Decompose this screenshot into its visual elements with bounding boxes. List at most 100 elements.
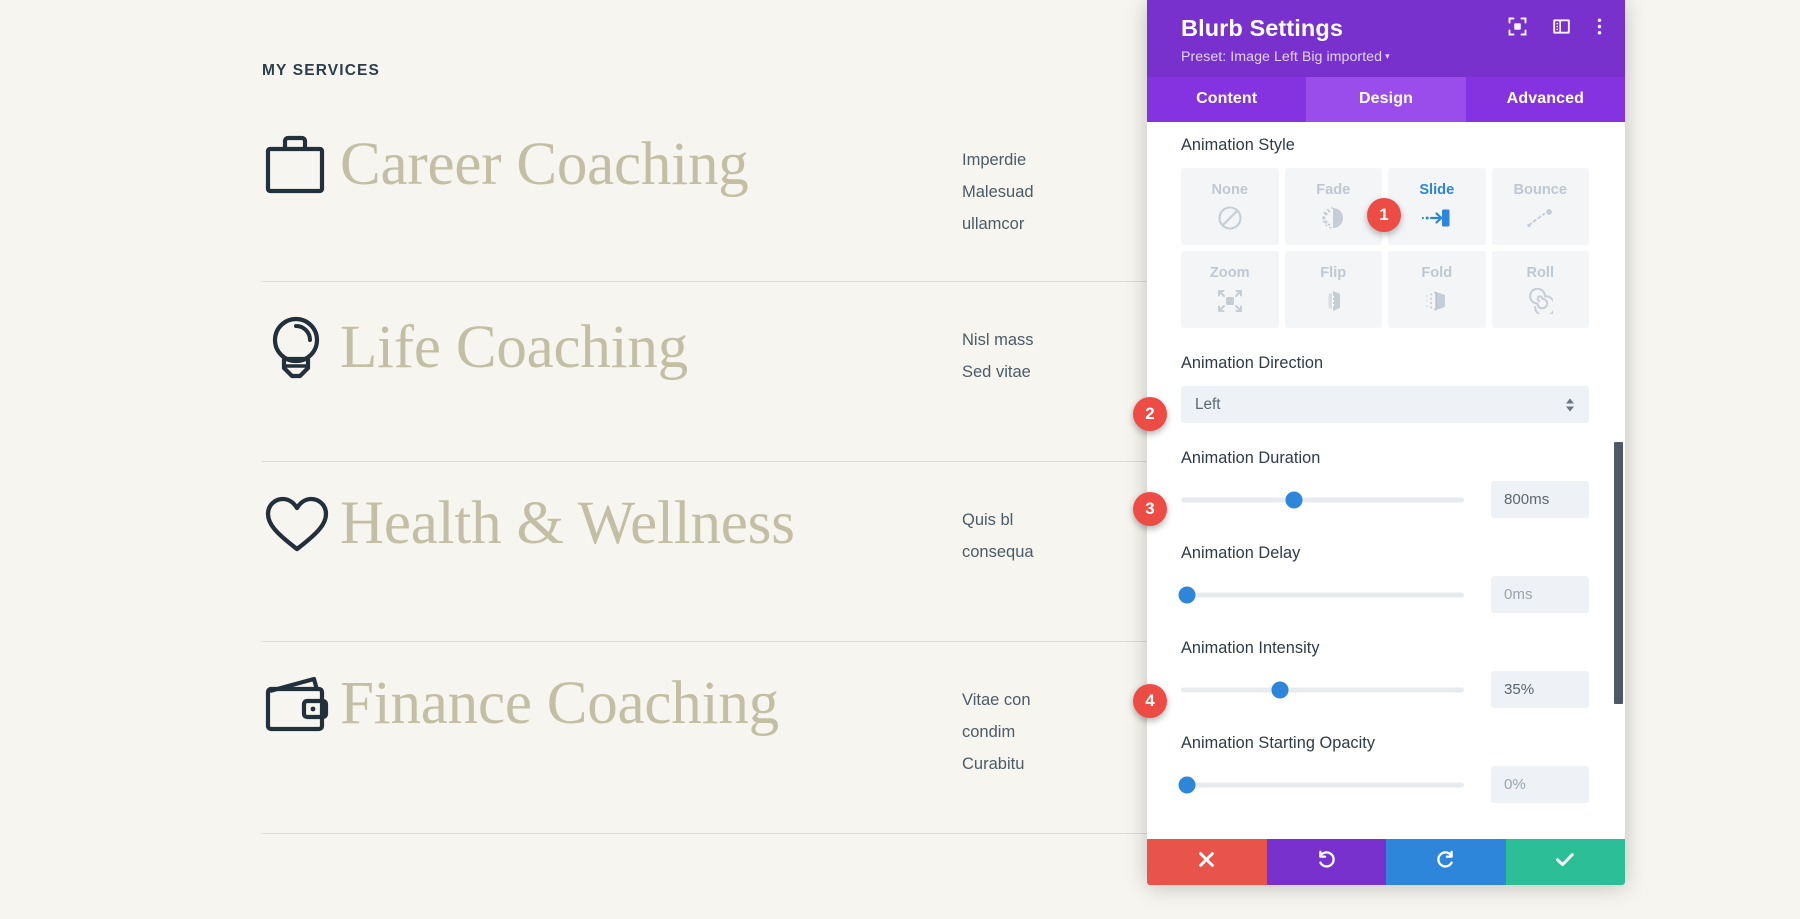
redo-icon (1436, 850, 1455, 874)
field-animation-style: Animation Style None Fade Slide Bounce Z… (1181, 136, 1589, 329)
section-eyebrow: MY SERVICES (262, 62, 381, 79)
roll-spiral-icon (1527, 288, 1554, 315)
animation-intensity-value[interactable]: 35% (1491, 671, 1589, 709)
service-title: Career Coaching (340, 130, 749, 198)
blurb-settings-modal: Blurb Settings Preset: Image Left Big im… (1147, 0, 1625, 885)
cancel-button[interactable] (1147, 839, 1267, 885)
modal-header: Blurb Settings Preset: Image Left Big im… (1147, 0, 1625, 78)
service-title: Finance Coaching (340, 670, 779, 737)
slider-knob[interactable] (1271, 681, 1289, 699)
field-animation-delay: Animation Delay 0ms (1178, 544, 1589, 614)
field-label: Animation Starting Opacity (1181, 734, 1376, 753)
animation-delay-slider[interactable] (1178, 585, 1464, 605)
annotation-badge-4: 4 (1133, 684, 1167, 718)
undo-button[interactable] (1266, 839, 1386, 885)
fade-icon (1319, 205, 1347, 231)
animation-intensity-slider[interactable] (1181, 680, 1464, 700)
heart-icon (262, 492, 340, 556)
animation-option-none[interactable]: None (1181, 168, 1279, 246)
tab-content[interactable]: Content (1147, 77, 1307, 123)
select-value: Left (1195, 395, 1221, 413)
briefcase-icon (262, 132, 340, 198)
save-button[interactable] (1505, 839, 1625, 885)
undo-icon (1317, 850, 1336, 874)
modal-footer (1147, 839, 1625, 885)
slider-row: 0ms (1178, 576, 1589, 614)
animation-option-roll[interactable]: Roll (1491, 251, 1589, 329)
animation-option-fold[interactable]: Fold (1388, 251, 1486, 329)
animation-direction-select[interactable]: Left (1181, 386, 1589, 424)
service-heading-group: Finance Coaching (262, 670, 962, 737)
slider-track (1181, 687, 1464, 693)
tab-design[interactable]: Design (1306, 77, 1466, 123)
service-heading-group: Career Coaching (262, 132, 962, 198)
slider-knob[interactable] (1178, 776, 1196, 794)
service-title: Life Coaching (340, 313, 689, 381)
animation-duration-slider[interactable] (1181, 490, 1464, 510)
animation-starting-opacity-value[interactable]: 0% (1491, 766, 1589, 804)
layout-columns-icon[interactable] (1552, 17, 1571, 36)
service-heading-group: Health & Wellness (262, 490, 962, 557)
option-label: Zoom (1209, 265, 1250, 282)
slider-knob[interactable] (1178, 586, 1196, 604)
option-label: Slide (1419, 182, 1455, 199)
field-animation-starting-opacity: Animation Starting Opacity 0% (1178, 734, 1589, 804)
field-label: Animation Style (1181, 136, 1295, 155)
annotation-badge-1: 1 (1367, 198, 1401, 232)
modal-tabs: Content Design Advanced (1147, 77, 1625, 123)
wallet-icon (262, 673, 340, 735)
animation-option-bounce[interactable]: Bounce (1491, 168, 1589, 246)
focus-target-icon[interactable] (1508, 17, 1527, 36)
lightbulb-icon (262, 312, 340, 384)
slider-row: 0% (1178, 766, 1589, 804)
screen: MY SERVICES Career Coaching Imperdie Mal… (0, 0, 1800, 919)
animation-duration-value[interactable]: 800ms (1491, 481, 1589, 519)
more-vertical-icon[interactable] (1596, 17, 1603, 36)
option-label: Bounce (1513, 182, 1567, 199)
service-heading-group: Life Coaching (262, 312, 962, 384)
annotation-badge-3: 3 (1133, 492, 1167, 526)
preset-selector[interactable]: Preset: Image Left Big imported ▾ (1181, 49, 1603, 65)
no-entry-icon (1217, 205, 1243, 231)
annotation-badge-2: 2 (1133, 397, 1167, 431)
slider-track (1181, 497, 1464, 503)
animation-starting-opacity-slider[interactable] (1178, 775, 1464, 795)
option-label: Roll (1526, 265, 1555, 282)
tab-advanced[interactable]: Advanced (1465, 77, 1625, 123)
field-label: Animation Intensity (1181, 639, 1320, 658)
bounce-icon (1525, 205, 1555, 231)
field-label: Animation Delay (1181, 544, 1301, 563)
slider-track (1181, 782, 1464, 788)
preset-label: Preset: Image Left Big imported (1181, 49, 1383, 66)
animation-option-fade[interactable]: Fade (1284, 168, 1382, 246)
select-stepper-icon (1565, 397, 1575, 412)
slider-track (1181, 592, 1464, 598)
slider-row: 800ms (1181, 481, 1589, 519)
animation-style-grid: None Fade Slide Bounce Zoom Flip Fold Ro… (1181, 168, 1589, 329)
redo-button[interactable] (1386, 839, 1506, 885)
field-animation-intensity: Animation Intensity 35% (1181, 639, 1589, 709)
field-label: Animation Duration (1181, 449, 1321, 468)
service-title: Health & Wellness (340, 490, 795, 557)
modal-header-actions (1508, 17, 1603, 36)
slider-row: 35% (1181, 671, 1589, 709)
animation-option-slide[interactable]: Slide (1388, 168, 1486, 246)
animation-option-flip[interactable]: Flip (1284, 251, 1382, 329)
field-animation-duration: Animation Duration 800ms (1181, 449, 1589, 519)
animation-option-zoom[interactable]: Zoom (1181, 251, 1279, 329)
option-label: Fade (1316, 182, 1351, 199)
check-icon (1555, 851, 1575, 873)
slide-icon (1421, 205, 1452, 231)
fold-icon (1423, 288, 1451, 314)
chevron-down-icon: ▾ (1385, 51, 1390, 62)
option-label: None (1211, 182, 1248, 199)
option-label: Fold (1421, 265, 1453, 282)
modal-scrollbar[interactable] (1614, 122, 1623, 839)
animation-delay-value[interactable]: 0ms (1491, 576, 1589, 614)
scrollbar-thumb[interactable] (1614, 442, 1623, 705)
field-animation-direction: Animation Direction Left (1181, 354, 1589, 424)
x-icon (1198, 851, 1215, 873)
option-label: Flip (1320, 265, 1347, 282)
flip-icon (1320, 288, 1346, 314)
slider-knob[interactable] (1285, 491, 1303, 509)
